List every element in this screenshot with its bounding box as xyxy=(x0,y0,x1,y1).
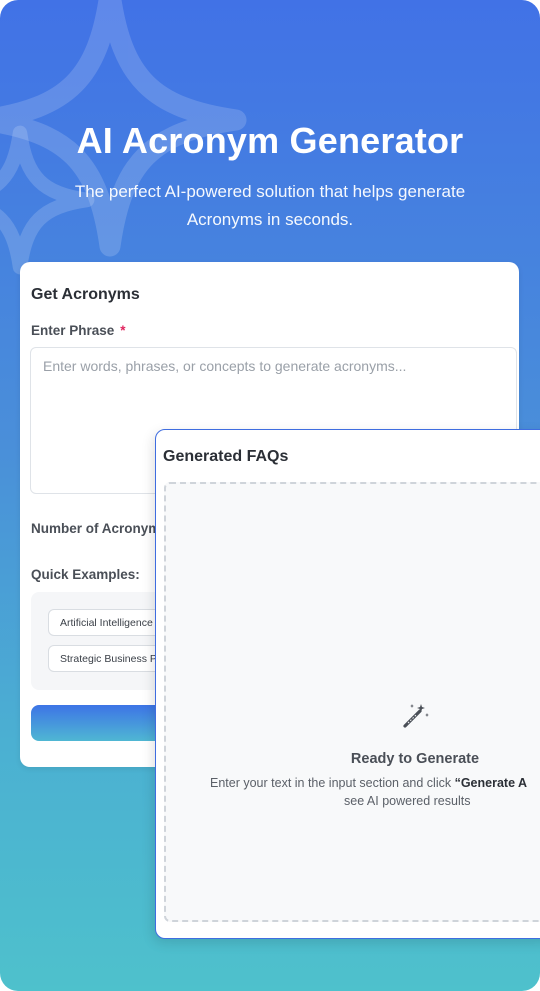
empty-state: Ready to Generate Enter your text in the… xyxy=(164,482,540,922)
empty-state-title: Ready to Generate xyxy=(350,751,480,767)
results-card: Generated FAQs Ready to Generate Enter y… xyxy=(155,429,540,939)
phrase-label: Enter Phrase * xyxy=(31,323,126,338)
empty-state-desc-text: Enter your text in the input section and… xyxy=(210,776,455,790)
quick-examples-label: Quick Examples: xyxy=(31,567,140,582)
page-title: AI Acronym Generator xyxy=(76,120,464,161)
app-frame: AI Acronym Generator The perfect AI-powe… xyxy=(0,0,540,991)
empty-state-desc-bold: “Generate A xyxy=(454,776,528,790)
input-card-heading: Get Acronyms xyxy=(31,286,140,303)
magic-wand-icon xyxy=(403,704,429,728)
empty-state-description: Enter your text in the input section and… xyxy=(210,773,540,793)
required-asterisk: * xyxy=(120,323,126,338)
page-subtitle: The perfect AI-powered solution that hel… xyxy=(74,182,466,229)
results-heading: Generated FAQs xyxy=(163,448,289,465)
number-of-acronyms-label: Number of Acronyms xyxy=(31,521,168,536)
phrase-label-text: Enter Phrase xyxy=(31,323,115,338)
empty-state-description-line2: see AI powered results xyxy=(344,794,471,808)
